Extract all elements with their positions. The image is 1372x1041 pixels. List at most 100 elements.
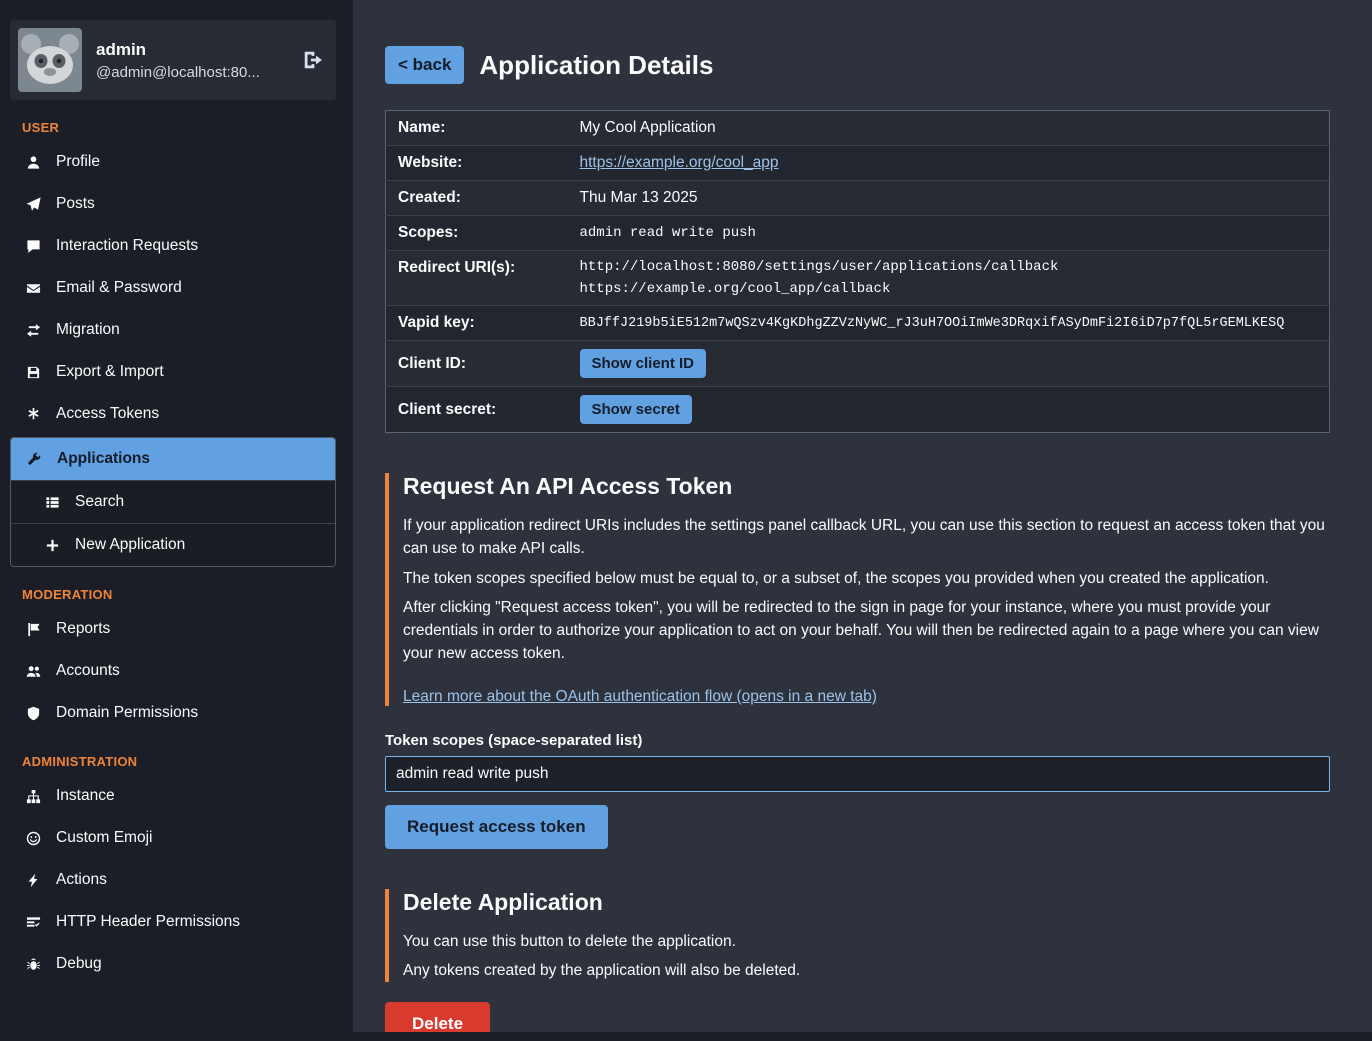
shield-icon [26,706,41,721]
sidebar-item-label: Interaction Requests [56,237,198,255]
sidebar-item-label: Export & Import [56,363,164,381]
row-value: https://example.org/cool_app [568,146,1330,181]
row-value: http://localhost:8080/settings/user/appl… [568,251,1330,306]
users-icon [26,664,41,679]
row-label: Scopes: [386,216,568,251]
delete-button-row: Delete [385,1002,1330,1032]
show-secret-button[interactable]: Show secret [580,395,692,424]
row-value: admin read write push [568,216,1330,251]
sidebar-item-applications[interactable]: Applications [11,438,335,480]
request-access-token-button[interactable]: Request access token [385,805,608,849]
row-label: Vapid key: [386,306,568,341]
sidebar-item-label: Reports [56,620,110,638]
sidebar-item-label: HTTP Header Permissions [56,913,240,931]
row-value: Show client ID [568,341,1330,387]
table-row-name: Name: My Cool Application [386,111,1330,146]
row-value: Thu Mar 13 2025 [568,181,1330,216]
website-link[interactable]: https://example.org/cool_app [580,154,779,171]
user-handle: @admin@localhost:80... [96,64,260,81]
plus-icon [45,538,60,553]
page-title: Application Details [479,50,713,81]
table-row-created: Created: Thu Mar 13 2025 [386,181,1330,216]
exchange-icon [26,323,41,338]
sidebar-item-access-tokens[interactable]: Access Tokens [10,393,336,435]
row-label: Name: [386,111,568,146]
redirect-uri-1: http://localhost:8080/settings/user/appl… [580,259,1318,275]
details-table: Name: My Cool Application Website: https… [385,110,1330,433]
token-scopes-input[interactable] [385,756,1330,792]
sidebar-item-interaction-requests[interactable]: Interaction Requests [10,225,336,267]
flag-icon [26,622,41,637]
sidebar-item-label: Custom Emoji [56,829,152,847]
back-button[interactable]: < back [385,46,464,84]
bolt-icon [26,873,41,888]
page-header: < back Application Details [385,46,1330,84]
sidebar-item-accounts[interactable]: Accounts [10,650,336,692]
row-label: Redirect URI(s): [386,251,568,306]
row-value: BBJffJ219b5iE512m7wQSzv4KgKDhgZZVzNyWC_r… [568,306,1330,341]
sitemap-icon [26,789,41,804]
token-request-section: Request An API Access Token If your appl… [385,473,1330,706]
sidebar-item-label: Applications [57,450,150,468]
sidebar-section-administration: ADMINISTRATION [22,754,324,769]
sidebar-section-user: USER [22,120,324,135]
header-list-icon [26,915,41,930]
sidebar-item-new-application[interactable]: New Application [11,523,335,566]
sidebar-item-label: Search [75,493,124,511]
bug-icon [26,957,41,972]
sidebar-item-email-password[interactable]: Email & Password [10,267,336,309]
sidebar-item-migration[interactable]: Migration [10,309,336,351]
redirect-uri-2: https://example.org/cool_app/callback [580,281,1318,297]
sidebar-item-label: Profile [56,153,100,171]
delete-section-paragraph-2: Any tokens created by the application wi… [403,959,1330,982]
sign-out-icon[interactable] [302,49,324,71]
sidebar-item-label: Accounts [56,662,120,680]
wrench-icon [27,452,42,467]
sidebar-item-actions[interactable]: Actions [10,859,336,901]
sidebar-item-debug[interactable]: Debug [10,943,336,985]
user-name: admin [96,40,260,60]
show-client-id-button[interactable]: Show client ID [580,349,707,378]
delete-button[interactable]: Delete [385,1002,490,1032]
main-panel: < back Application Details Name: My Cool… [353,0,1372,1032]
avatar [18,28,82,92]
sidebar-item-label: Instance [56,787,115,805]
sidebar-item-posts[interactable]: Posts [10,183,336,225]
row-value: Show secret [568,387,1330,433]
sidebar-item-reports[interactable]: Reports [10,608,336,650]
asterisk-icon [26,407,41,422]
sidebar-section-moderation: MODERATION [22,587,324,602]
table-row-client-id: Client ID: Show client ID [386,341,1330,387]
sidebar-item-label: Email & Password [56,279,182,297]
sidebar-item-label: Migration [56,321,120,339]
sidebar-item-label: Actions [56,871,107,889]
token-section-paragraph-3: After clicking "Request access token", y… [403,596,1330,666]
sidebar-item-custom-emoji[interactable]: Custom Emoji [10,817,336,859]
sidebar-item-export-import[interactable]: Export & Import [10,351,336,393]
sidebar-item-applications-search[interactable]: Search [11,480,335,523]
sidebar-item-instance[interactable]: Instance [10,775,336,817]
table-row-website: Website: https://example.org/cool_app [386,146,1330,181]
sidebar-item-http-header-permissions[interactable]: HTTP Header Permissions [10,901,336,943]
envelope-icon [26,281,41,296]
sidebar-item-label: Domain Permissions [56,704,198,722]
row-value: My Cool Application [568,111,1330,146]
sidebar-item-label: Debug [56,955,102,973]
token-scopes-label: Token scopes (space-separated list) [385,732,1330,749]
user-meta: admin @admin@localhost:80... [96,40,260,81]
user-card[interactable]: admin @admin@localhost:80... [10,20,336,100]
sidebar-item-profile[interactable]: Profile [10,141,336,183]
table-row-redirect-uris: Redirect URI(s): http://localhost:8080/s… [386,251,1330,306]
row-label: Client ID: [386,341,568,387]
list-icon [45,495,60,510]
token-section-paragraph-2: The token scopes specified below must be… [403,567,1330,590]
delete-section-title: Delete Application [403,889,1330,916]
delete-application-section: Delete Application You can use this butt… [385,889,1330,983]
token-section-paragraph-1: If your application redirect URIs includ… [403,514,1330,561]
sidebar-item-domain-permissions[interactable]: Domain Permissions [10,692,336,734]
oauth-docs-link[interactable]: Learn more about the OAuth authenticatio… [403,688,877,706]
user-icon [26,155,41,170]
token-button-row: Request access token [385,805,1330,849]
token-section-title: Request An API Access Token [403,473,1330,500]
comment-icon [26,239,41,254]
